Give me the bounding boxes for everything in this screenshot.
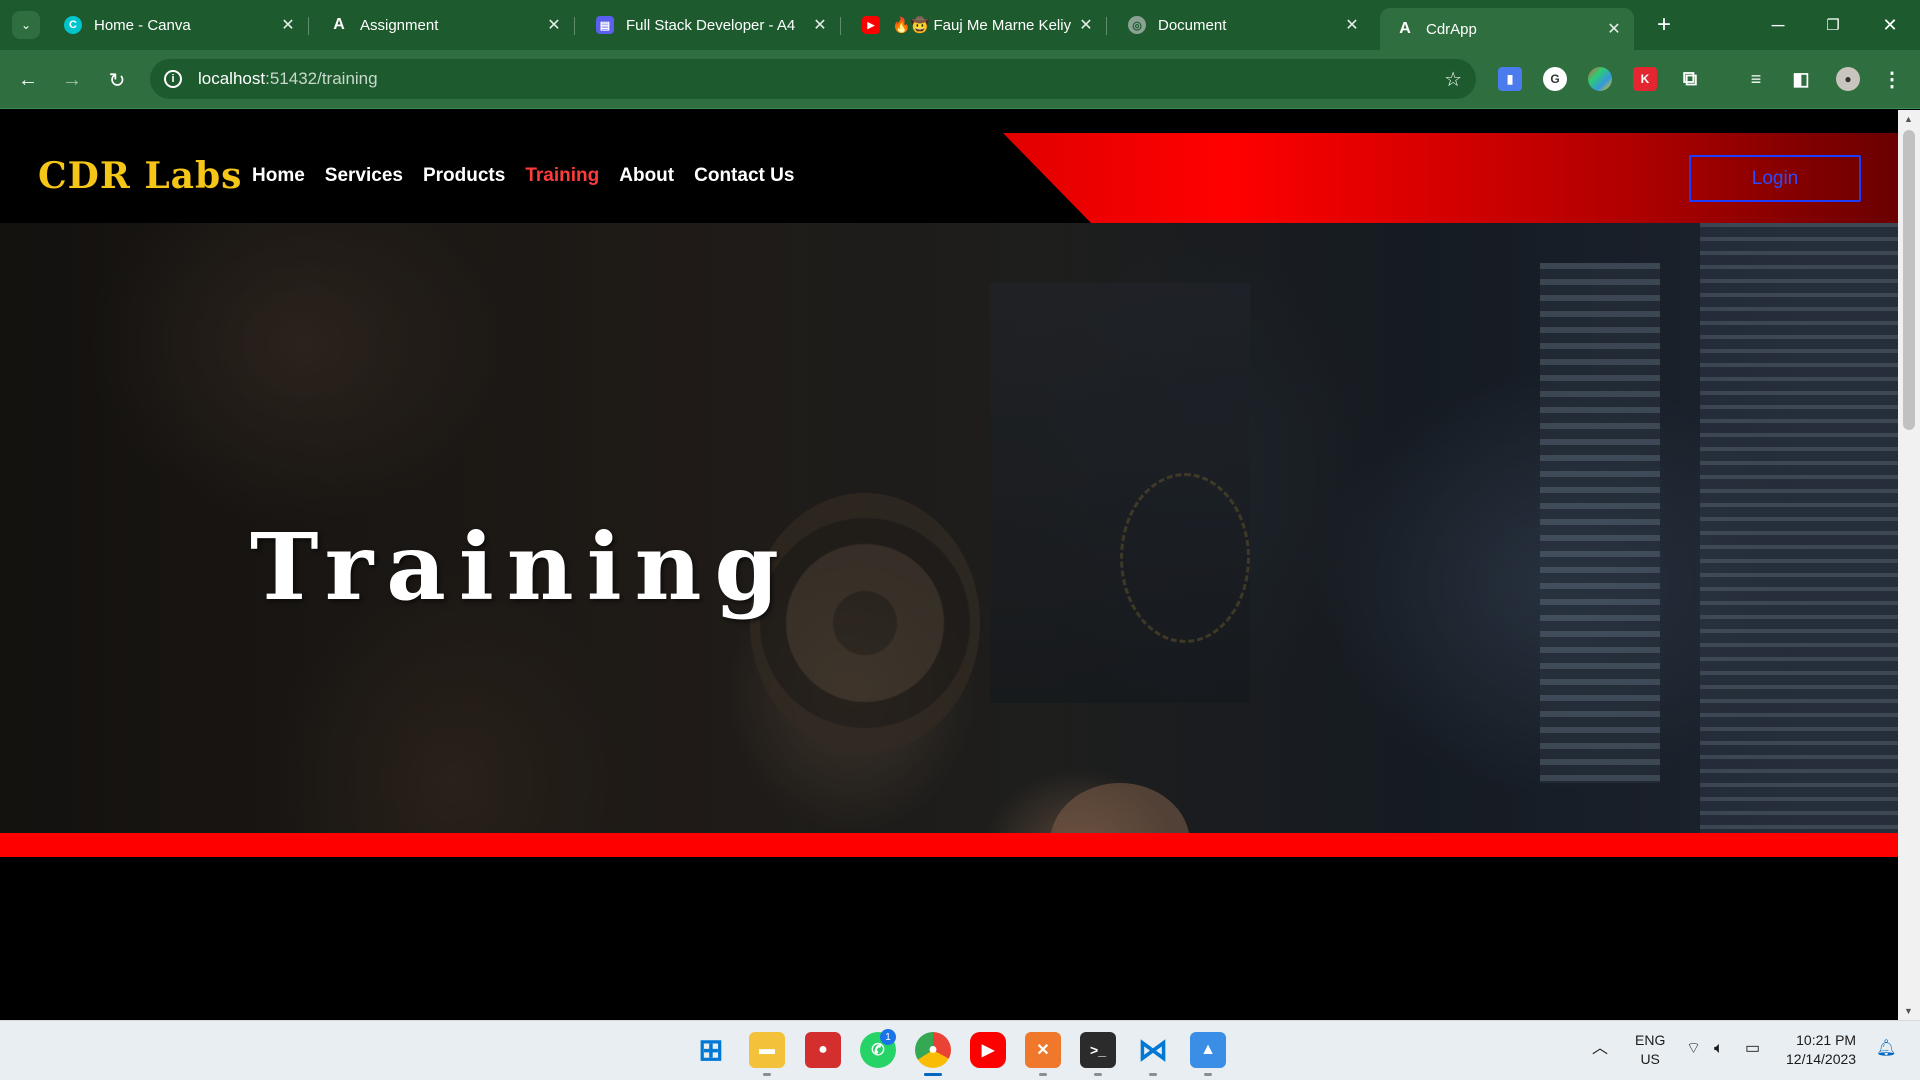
nav-training[interactable]: Training [525,165,599,187]
xampp-icon[interactable]: ✕ [1025,1032,1061,1068]
minimize-button[interactable]: ─ [1758,10,1798,40]
tab-title: Assignment [360,16,439,34]
close-icon[interactable]: ✕ [1342,15,1362,35]
tab-title: Home - Canva [94,16,191,34]
running-indicator [1149,1073,1157,1076]
page-viewport: CDR Labs Home Services Products Training… [0,110,1898,1020]
hero-banner: Training [0,223,1898,833]
screen-recorder-icon[interactable]: ● [805,1032,841,1068]
keyboard-region: US [1640,1051,1660,1067]
site-info-icon[interactable]: i [164,70,182,88]
nav-home[interactable]: Home [252,165,305,187]
close-window-button[interactable]: ✕ [1870,10,1910,40]
url-text[interactable]: localhost:51432/training [198,69,378,89]
page-scrollbar[interactable]: ▲ ▼ [1898,110,1920,1020]
nav-products[interactable]: Products [423,165,505,187]
photos-icon[interactable]: ▲ [1190,1032,1226,1068]
tab-title: CdrApp [1426,20,1477,38]
nav-about[interactable]: About [619,165,674,187]
site-header: CDR Labs Home Services Products Training… [0,110,1898,223]
site-navigation: Home Services Products Training About Co… [252,165,794,187]
doc-icon: ▤ [596,16,614,34]
volume-icon[interactable]: 🔈︎ [1714,1039,1724,1058]
battery-icon[interactable]: ▭ [1745,1039,1760,1058]
show-hidden-icons-chevron[interactable]: ︿ [1592,1039,1608,1058]
tab-title: Document [1158,16,1227,34]
tab-assignment[interactable]: A Assignment ✕ [314,8,575,42]
tab-search-button[interactable]: ⌄ [12,11,40,39]
globe-icon: ◎ [1128,16,1146,34]
grammar-extension-icon[interactable]: G [1543,67,1567,91]
tab-separator [840,17,841,35]
tab-document[interactable]: ◎ Document ✕ [1112,8,1372,42]
browser-tab-bar: ⌄ C Home - Canva ✕ A Assignment ✕ ▤ Full… [0,0,1920,50]
extensions-puzzle-icon[interactable]: ⧉ [1678,67,1702,91]
nav-services[interactable]: Services [325,165,403,187]
active-indicator [924,1073,942,1076]
url-host: localhost [198,69,266,88]
back-button[interactable]: ← [12,64,44,96]
vscode-icon[interactable]: ⋈ [1135,1032,1171,1068]
scroll-down-arrow[interactable]: ▼ [1904,1006,1913,1016]
close-icon[interactable]: ✕ [810,15,830,35]
angular-icon: A [333,16,345,33]
reload-button[interactable]: ↻ [101,64,133,96]
running-indicator [1094,1073,1102,1076]
windows-start-icon[interactable]: ⊞ [693,1032,729,1068]
clock-time: 10:21 PM [1796,1032,1857,1048]
tab-title: Full Stack Developer - A4 [626,16,796,34]
side-panel-icon[interactable]: ◧ [1789,67,1813,91]
close-icon[interactable]: ✕ [278,15,298,35]
close-icon[interactable]: ✕ [1076,15,1096,35]
close-icon[interactable]: ✕ [544,15,564,35]
tab-separator [1106,17,1107,35]
youtube-app-icon[interactable]: ▶ [970,1032,1006,1068]
whatsapp-badge: 1 [880,1029,896,1045]
scrollbar-thumb[interactable] [1903,130,1915,430]
tab-separator [574,17,575,35]
new-tab-button[interactable]: + [1650,11,1678,39]
canva-icon: C [64,16,82,34]
address-bar[interactable]: i localhost:51432/training ☆ [150,59,1476,99]
wifi-icon[interactable]: ⌔ [1686,1039,1701,1058]
tab-canva[interactable]: C Home - Canva ✕ [48,8,309,42]
bookmark-star-icon[interactable]: ☆ [1444,67,1462,92]
browser-menu-icon[interactable]: ⋮ [1880,67,1904,91]
clock[interactable]: 10:21 PM 12/14/2023 [1786,1031,1856,1069]
running-indicator [763,1073,771,1076]
running-indicator [1204,1073,1212,1076]
angular-icon: A [1399,20,1411,37]
media-queue-icon[interactable]: ≡ [1744,67,1768,91]
language-code: ENG [1635,1032,1666,1048]
running-indicator [1039,1073,1047,1076]
browser-toolbar: ← → ↻ i localhost:51432/training ☆ ▮ G K… [0,50,1920,109]
tab-youtube[interactable]: ▶ 🔥🤠 Fauj Me Marne Keliy ✕ [846,8,1107,42]
tab-separator [308,17,309,35]
brand-logo[interactable]: CDR Labs [38,155,242,197]
url-path: :51432/training [265,69,378,88]
terminal-icon[interactable]: >_ [1080,1032,1116,1068]
restore-button[interactable]: ❐ [1813,10,1853,40]
youtube-icon: ▶ [862,16,880,34]
hero-title: Training [250,513,792,621]
file-explorer-icon[interactable]: ▬ [749,1032,785,1068]
close-icon[interactable]: ✕ [1604,19,1624,39]
notification-bell-icon[interactable]: 🔔︎ [1876,1039,1896,1058]
color-picker-extension-icon[interactable] [1588,67,1612,91]
forward-button[interactable]: → [56,64,88,96]
language-indicator[interactable]: ENG US [1635,1031,1665,1069]
profile-avatar[interactable]: ● [1836,67,1860,91]
login-button[interactable]: Login [1689,155,1861,202]
nav-contact-us[interactable]: Contact Us [694,165,794,187]
tab-full-stack[interactable]: ▤ Full Stack Developer - A4 ✕ [580,8,841,42]
docs-extension-icon[interactable]: ▮ [1498,67,1522,91]
k-extension-icon[interactable]: K [1633,67,1657,91]
tab-cdrapp[interactable]: A CdrApp ✕ [1380,8,1634,50]
windows-taskbar: ⊞ ▬ ● ✆ 1 ● ▶ ✕ >_ ⋈ ▲ ︿ ENG US ⌔ 🔈︎ ▭ 1… [0,1020,1920,1080]
clock-date: 12/14/2023 [1786,1051,1857,1067]
chrome-icon[interactable]: ● [915,1032,951,1068]
scroll-up-arrow[interactable]: ▲ [1904,114,1913,124]
red-divider-band [0,833,1898,857]
tab-title: 🔥🤠 Fauj Me Marne Keliy [892,17,1072,34]
